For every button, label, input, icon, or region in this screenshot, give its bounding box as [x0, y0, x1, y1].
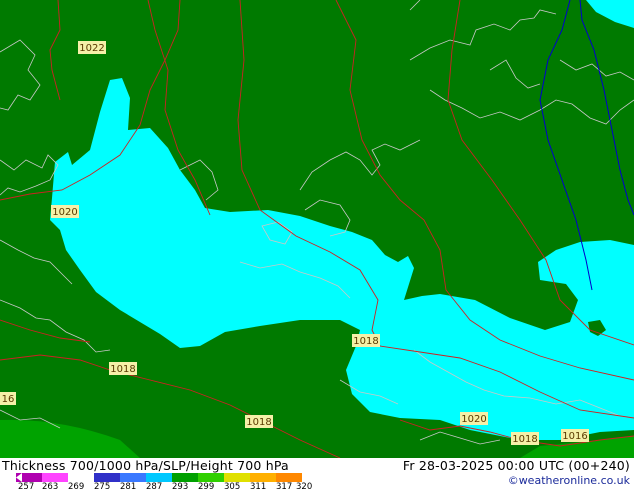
legend-swatch: [42, 473, 68, 482]
legend-swatch: [68, 473, 94, 482]
legend-colorbar: [16, 473, 302, 482]
legend-tick-label: 299: [198, 482, 215, 492]
pressure-label-1020-west: 1020: [51, 205, 79, 218]
svg-text:1022: 1022: [79, 43, 104, 54]
pressure-label-1016: 1016: [561, 429, 589, 442]
legend-swatch: [120, 473, 146, 482]
legend-tick-label: 275: [94, 482, 111, 492]
legend-swatch: [198, 473, 224, 482]
svg-text:1018: 1018: [512, 434, 537, 445]
legend-swatch: [146, 473, 172, 482]
svg-text:1018: 1018: [353, 336, 378, 347]
map-datetime: Fr 28-03-2025 00:00 UTC (00+240): [402, 458, 630, 473]
map-footer: Thickness 700/1000 hPa/SLP/Height 700 hP…: [0, 458, 634, 492]
legend-swatch: [94, 473, 120, 482]
legend-swatch: [276, 473, 302, 482]
legend-ticks: 257 263 269 275 281 287 293 299 305 311 317 320: [0, 482, 340, 492]
legend-tick-label: 287: [146, 482, 163, 492]
svg-text:1020: 1020: [461, 414, 486, 425]
pressure-label-1018-south: 1018: [245, 415, 273, 428]
svg-text:16: 16: [2, 394, 15, 405]
legend-tick-label: 257: [18, 482, 35, 492]
pressure-label-1022: 1022: [78, 41, 106, 54]
legend-tick-label: 320: [296, 482, 313, 492]
legend-tick-label: 293: [172, 482, 189, 492]
legend-swatch: [172, 473, 198, 482]
pressure-label-1018-southeast: 1018: [511, 432, 539, 445]
pressure-label-16-edge: 16: [0, 392, 16, 405]
legend-tick-label: 317: [276, 482, 293, 492]
svg-text:1016: 1016: [562, 431, 587, 442]
pressure-label-1020-south: 1020: [460, 412, 488, 425]
legend-tick-label: 269: [68, 482, 85, 492]
legend-swatch: [224, 473, 250, 482]
credit-link[interactable]: ©weatheronline.co.uk: [508, 474, 630, 487]
map-title: Thickness 700/1000 hPa/SLP/Height 700 hP…: [2, 458, 289, 473]
pressure-label-1018-centre: 1018: [352, 334, 380, 347]
legend-tick-label: 263: [42, 482, 59, 492]
svg-text:1020: 1020: [52, 207, 77, 218]
svg-text:1018: 1018: [246, 417, 271, 428]
legend-swatch: [250, 473, 276, 482]
pressure-label-1018-southwest: 1018: [109, 362, 137, 375]
svg-text:1018: 1018: [110, 364, 135, 375]
legend-tick-label: 311: [250, 482, 267, 492]
weather-map: 1022 1020 1018 1018 1018 1020 1018 1016 …: [0, 0, 634, 458]
legend-tick-label: 281: [120, 482, 137, 492]
legend-tick-label: 305: [224, 482, 241, 492]
